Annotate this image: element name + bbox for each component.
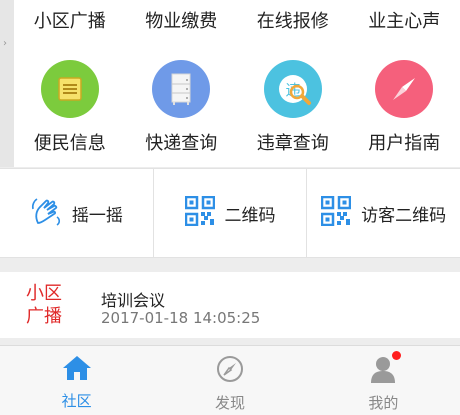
news-timestamp: 2017-01-18 14:05:25 bbox=[101, 309, 261, 327]
service-label[interactable]: 违章查询 bbox=[237, 130, 349, 158]
home-icon bbox=[61, 354, 93, 386]
shake-button[interactable]: 摇一摇 bbox=[0, 169, 154, 257]
visitor-qrcode-icon bbox=[320, 195, 352, 230]
tab-mine[interactable]: 我的 bbox=[307, 346, 460, 415]
link-property-fee[interactable]: 物业缴费 bbox=[126, 8, 238, 36]
action-label: 二维码 bbox=[224, 205, 276, 226]
tab-community[interactable]: 社区 bbox=[0, 346, 153, 415]
quick-action-bar: 摇一摇 二维码 访客二维码 bbox=[0, 168, 460, 258]
service-panel: › 小区广播 物业缴费 在线报修 业主心声 违 便民信息 快递查询 违章查询 用… bbox=[0, 0, 460, 167]
news-item[interactable]: 小区广播 培训会议 2017-01-18 14:05:25 bbox=[0, 272, 460, 338]
action-label: 摇一摇 bbox=[71, 205, 123, 226]
news-tag: 小区广播 bbox=[26, 283, 62, 327]
top-link-row: 小区广播 物业缴费 在线报修 业主心声 bbox=[14, 8, 460, 36]
cabinet-icon[interactable] bbox=[152, 60, 211, 118]
tab-label: 我的 bbox=[368, 394, 399, 412]
compass-outline-icon bbox=[215, 354, 245, 388]
service-label-row: 便民信息 快递查询 违章查询 用户指南 bbox=[14, 130, 460, 158]
service-label[interactable]: 用户指南 bbox=[349, 130, 460, 158]
link-community-broadcast[interactable]: 小区广播 bbox=[14, 8, 126, 36]
chevron-right-icon: › bbox=[3, 38, 7, 49]
tab-label: 社区 bbox=[61, 392, 92, 410]
link-online-repair[interactable]: 在线报修 bbox=[237, 8, 349, 36]
link-owner-voice[interactable]: 业主心声 bbox=[349, 8, 460, 36]
compass-icon[interactable] bbox=[375, 60, 434, 118]
service-label[interactable]: 便民信息 bbox=[14, 130, 126, 158]
violation-icon[interactable]: 违 bbox=[263, 60, 322, 118]
action-label: 访客二维码 bbox=[361, 205, 447, 226]
news-title: 培训会议 bbox=[101, 291, 166, 310]
visitor-qrcode-button[interactable]: 访客二维码 bbox=[307, 169, 460, 257]
user-icon bbox=[368, 351, 402, 388]
tab-discover[interactable]: 发现 bbox=[153, 346, 306, 415]
service-icon-row: 违 bbox=[14, 60, 460, 120]
notification-dot bbox=[392, 351, 402, 360]
bottom-tab-bar: 社区 发现 我的 bbox=[0, 345, 460, 415]
side-drawer-handle[interactable]: › bbox=[0, 0, 14, 167]
qrcode-icon bbox=[184, 195, 215, 230]
qrcode-button[interactable]: 二维码 bbox=[154, 169, 308, 257]
shake-hand-icon bbox=[30, 195, 62, 231]
tab-label: 发现 bbox=[214, 394, 245, 412]
notes-icon[interactable] bbox=[40, 60, 99, 118]
service-label[interactable]: 快递查询 bbox=[126, 130, 238, 158]
